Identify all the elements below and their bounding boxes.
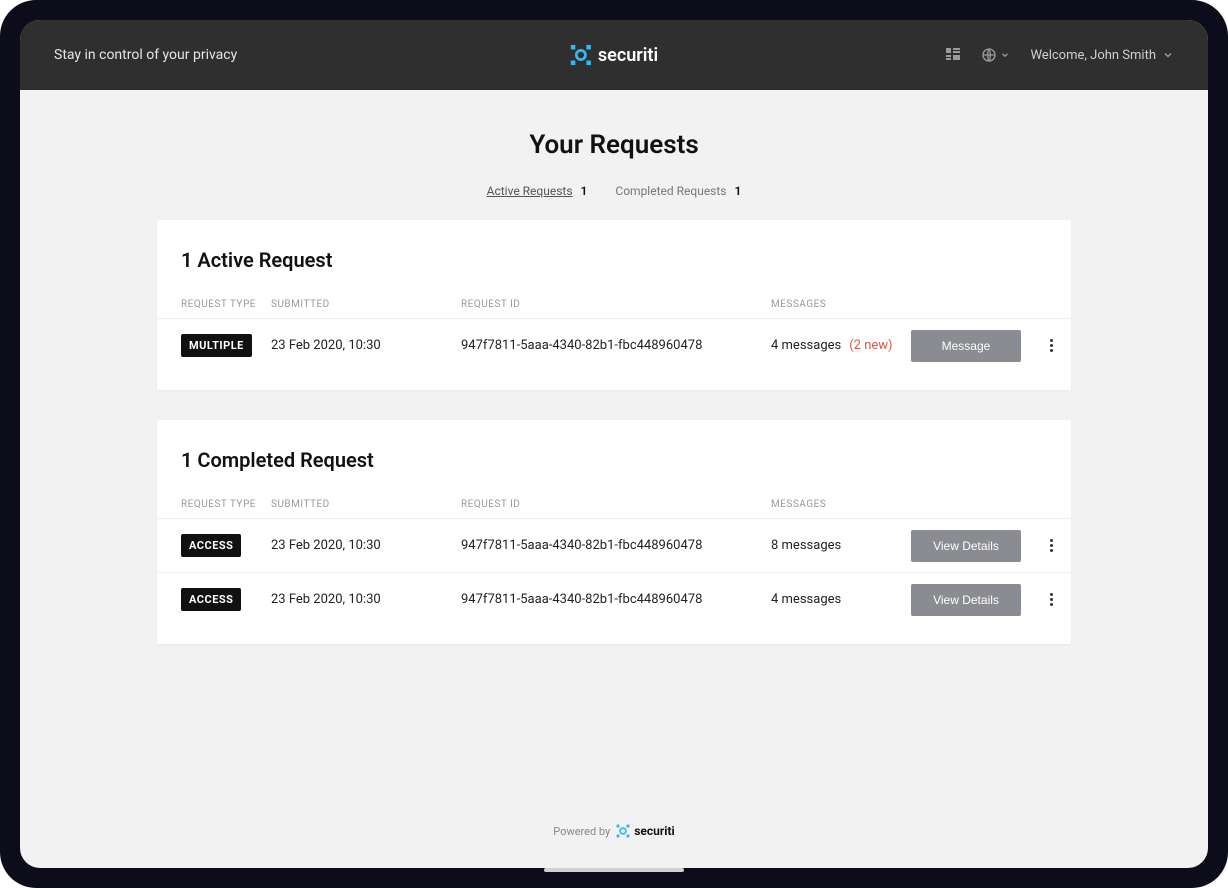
active-requests-panel: 1 Active Request REQUEST TYPE SUBMITTED … [157, 220, 1071, 390]
brand-logo[interactable]: securiti [570, 44, 658, 66]
completed-requests-panel: 1 Completed Request REQUEST TYPE SUBMITT… [157, 420, 1071, 644]
cell-messages: 4 messages [771, 592, 911, 607]
cell-request-id: 947f7811-5aaa-4340-82b1-fbc448960478 [461, 338, 771, 353]
messages-count: 4 messages [771, 592, 841, 607]
tab-active-requests[interactable]: Active Requests 1 [487, 184, 588, 198]
request-tabs: Active Requests 1 Completed Requests 1 [20, 184, 1208, 198]
tagline: Stay in control of your privacy [54, 47, 237, 63]
col-submitted: SUBMITTED [271, 299, 461, 310]
cell-submitted: 23 Feb 2020, 10:30 [271, 338, 461, 353]
request-type-badge: ACCESS [181, 588, 241, 611]
tab-label: Active Requests [487, 184, 573, 198]
topbar: Stay in control of your privacy securiti… [20, 20, 1208, 90]
language-selector[interactable] [981, 47, 1010, 63]
table-row: ACCESS 23 Feb 2020, 10:30 947f7811-5aaa-… [157, 518, 1071, 572]
chevron-down-icon [1162, 49, 1174, 61]
welcome-text: Welcome, John Smith [1030, 48, 1156, 63]
cell-messages: 8 messages [771, 538, 911, 553]
message-button[interactable]: Message [911, 330, 1021, 362]
footer-brand-name: securiti [634, 824, 674, 838]
securiti-logo-icon [616, 824, 630, 838]
tab-label: Completed Requests [615, 184, 726, 198]
table-row: MULTIPLE 23 Feb 2020, 10:30 947f7811-5aa… [157, 318, 1071, 372]
request-type-badge: ACCESS [181, 534, 241, 557]
col-request-id: REQUEST ID [461, 499, 771, 510]
apps-grid-icon[interactable] [945, 47, 961, 63]
messages-count: 8 messages [771, 538, 841, 553]
request-type-badge: MULTIPLE [181, 334, 252, 357]
cell-request-id: 947f7811-5aaa-4340-82b1-fbc448960478 [461, 538, 771, 553]
content-area: Your Requests Active Requests 1 Complete… [20, 90, 1208, 868]
col-request-type: REQUEST TYPE [181, 499, 271, 510]
messages-count: 4 messages [771, 338, 841, 353]
col-request-id: REQUEST ID [461, 299, 771, 310]
view-details-button[interactable]: View Details [911, 584, 1021, 616]
more-options-icon[interactable] [1041, 336, 1061, 356]
panel-title: 1 Active Request [157, 248, 1071, 290]
more-options-icon[interactable] [1041, 590, 1061, 610]
topbar-right: Welcome, John Smith [945, 47, 1174, 63]
cell-submitted: 23 Feb 2020, 10:30 [271, 538, 461, 553]
powered-by-text: Powered by [553, 825, 610, 838]
table-row: ACCESS 23 Feb 2020, 10:30 947f7811-5aaa-… [157, 572, 1071, 626]
tab-count: 1 [735, 184, 742, 198]
table-header: REQUEST TYPE SUBMITTED REQUEST ID MESSAG… [157, 290, 1071, 318]
view-details-button[interactable]: View Details [911, 530, 1021, 562]
tab-count: 1 [581, 184, 588, 198]
device-frame: Stay in control of your privacy securiti… [0, 0, 1228, 888]
app-screen: Stay in control of your privacy securiti… [20, 20, 1208, 868]
cell-request-id: 947f7811-5aaa-4340-82b1-fbc448960478 [461, 592, 771, 607]
col-submitted: SUBMITTED [271, 499, 461, 510]
cell-messages: 4 messages (2 new) [771, 338, 911, 353]
col-messages: MESSAGES [771, 299, 911, 310]
user-menu[interactable]: Welcome, John Smith [1030, 48, 1174, 63]
col-request-type: REQUEST TYPE [181, 299, 271, 310]
table-header: REQUEST TYPE SUBMITTED REQUEST ID MESSAG… [157, 490, 1071, 518]
securiti-logo-icon [570, 44, 592, 66]
panel-title: 1 Completed Request [157, 448, 1071, 490]
page-title: Your Requests [20, 130, 1208, 160]
footer-brand[interactable]: securiti [616, 824, 674, 838]
col-messages: MESSAGES [771, 499, 911, 510]
cell-submitted: 23 Feb 2020, 10:30 [271, 592, 461, 607]
tab-completed-requests[interactable]: Completed Requests 1 [615, 184, 741, 198]
more-options-icon[interactable] [1041, 536, 1061, 556]
messages-new: (2 new) [849, 338, 892, 353]
brand-name: securiti [598, 45, 658, 66]
powered-by-footer: Powered by securiti [20, 824, 1208, 838]
